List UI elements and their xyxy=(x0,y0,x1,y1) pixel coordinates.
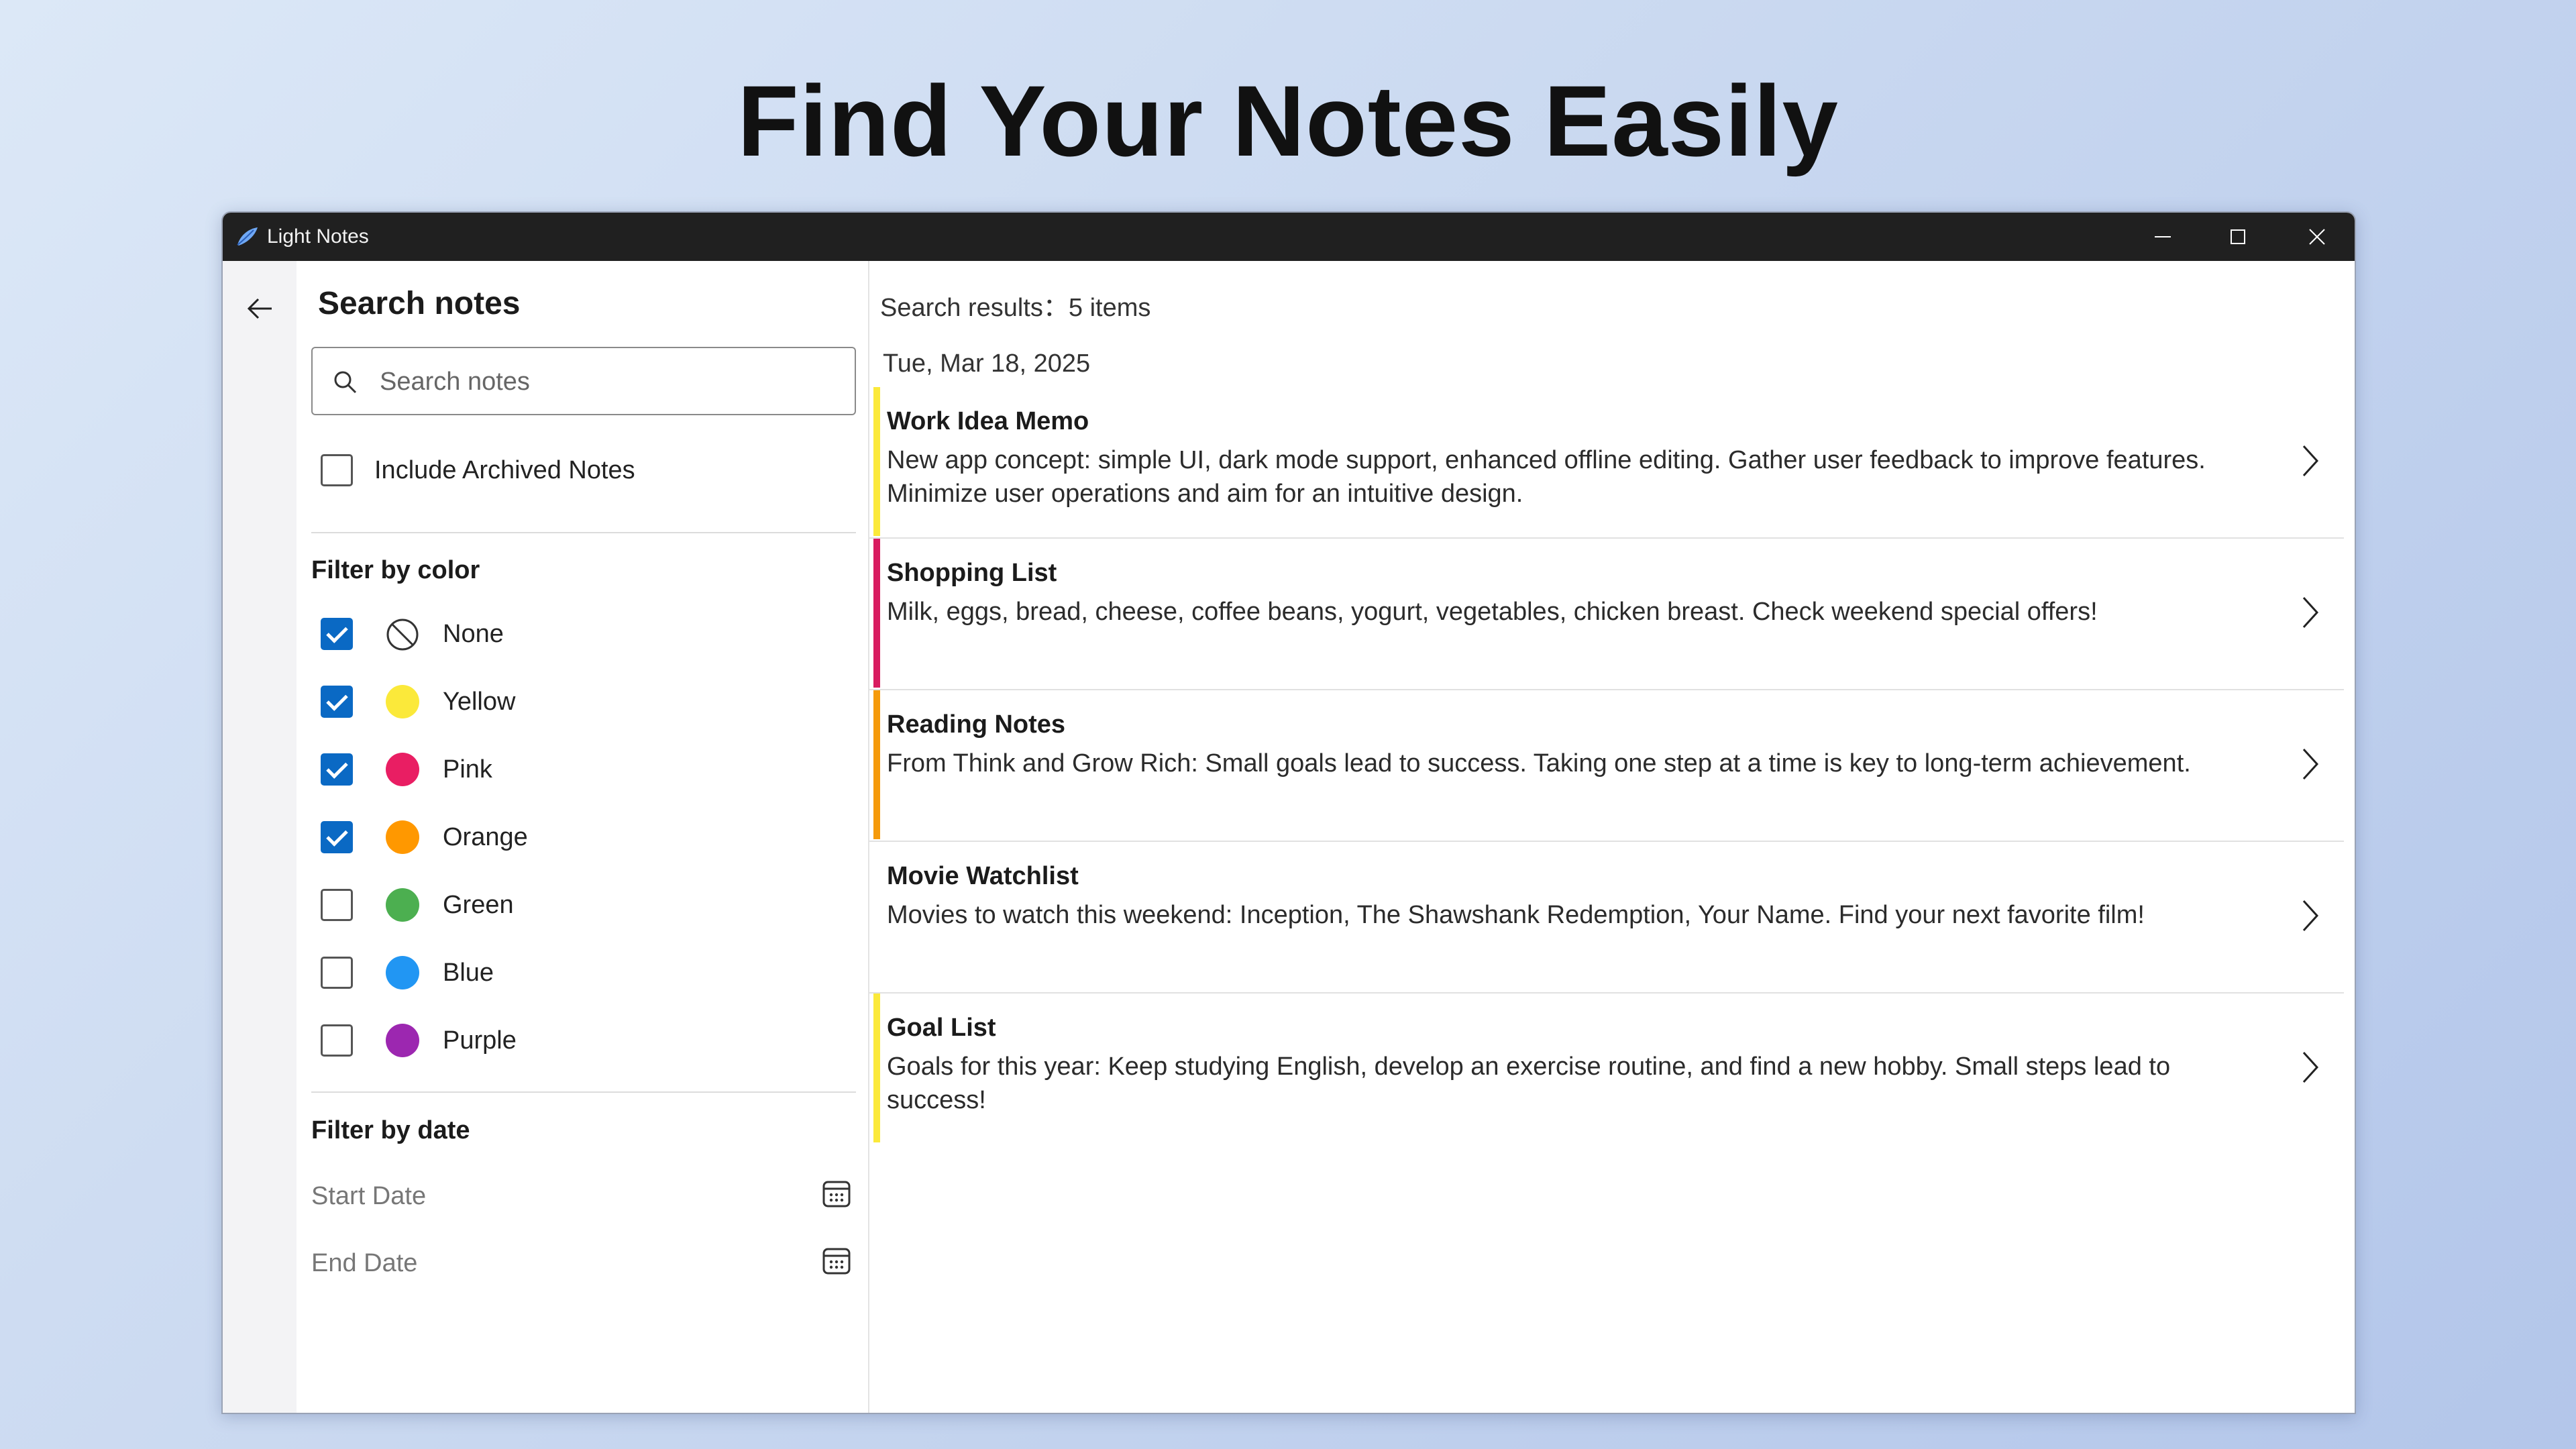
color-checkbox-none[interactable] xyxy=(321,618,353,650)
yellow-swatch xyxy=(386,685,419,718)
search-input[interactable] xyxy=(380,362,836,402)
color-checkbox-green[interactable] xyxy=(321,889,353,921)
title-bar: Light Notes xyxy=(223,213,2355,261)
divider xyxy=(311,532,856,533)
note-body: Movies to watch this weekend: Inception,… xyxy=(887,901,2145,929)
note-color-bar xyxy=(873,994,880,1142)
color-label-purple: Purple xyxy=(443,1026,517,1055)
results-panel: Search results：5 items Tue, Mar 18, 2025… xyxy=(869,261,2355,1413)
search-icon xyxy=(334,371,357,394)
note-color-bar xyxy=(873,387,880,536)
note-body: Milk, eggs, bread, cheese, coffee beans,… xyxy=(887,598,2098,626)
orange-swatch xyxy=(386,820,419,854)
panel-title: Search notes xyxy=(318,286,521,321)
green-swatch xyxy=(386,888,419,922)
close-button[interactable] xyxy=(2279,213,2355,261)
close-icon xyxy=(2309,229,2325,245)
color-label-blue: Blue xyxy=(443,959,494,987)
color-checkbox-yellow[interactable] xyxy=(321,686,353,718)
back-button[interactable] xyxy=(241,290,278,327)
note-item[interactable]: Reading Notes From Think and Grow Rich: … xyxy=(869,690,2344,842)
color-label-orange: Orange xyxy=(443,823,528,851)
window-title: Light Notes xyxy=(267,225,369,248)
chevron-right-icon xyxy=(2302,445,2319,477)
results-count: Search results：5 items xyxy=(880,294,1151,322)
chevron-right-icon xyxy=(2302,1051,2319,1083)
blue-swatch xyxy=(386,956,419,989)
divider xyxy=(311,1091,856,1093)
date-filter-title: Filter by date xyxy=(311,1116,470,1144)
end-date-calendar-icon[interactable] xyxy=(821,1245,852,1276)
search-box[interactable] xyxy=(311,347,856,415)
color-checkbox-orange[interactable] xyxy=(321,821,353,853)
start-date-calendar-icon[interactable] xyxy=(821,1178,852,1209)
note-item[interactable]: Goal List Goals for this year: Keep stud… xyxy=(869,994,2344,1145)
end-date-field[interactable]: End Date xyxy=(311,1249,417,1278)
pink-swatch xyxy=(386,753,419,786)
note-color-bar xyxy=(873,690,880,839)
note-title: Work Idea Memo xyxy=(887,407,1089,435)
maximize-icon xyxy=(2231,229,2245,244)
note-color-bar xyxy=(873,539,880,688)
back-arrow-icon xyxy=(247,298,272,319)
note-item[interactable]: Movie Watchlist Movies to watch this wee… xyxy=(869,842,2344,994)
color-checkbox-purple[interactable] xyxy=(321,1024,353,1057)
chevron-right-icon xyxy=(2302,900,2319,932)
note-body: New app concept: simple UI, dark mode su… xyxy=(887,446,2206,508)
note-title: Shopping List xyxy=(887,559,1057,587)
color-label-green: Green xyxy=(443,891,514,919)
note-title: Goal List xyxy=(887,1014,996,1042)
chevron-right-icon xyxy=(2302,596,2319,629)
date-group-header: Tue, Mar 18, 2025 xyxy=(883,350,1091,378)
note-title: Reading Notes xyxy=(887,710,1066,739)
maximize-button[interactable] xyxy=(2200,213,2275,261)
page-headline: Find Your Notes Easily xyxy=(737,64,1839,177)
chevron-right-icon xyxy=(2302,748,2319,780)
no-color-icon xyxy=(386,619,419,651)
color-label-none: None xyxy=(443,620,504,648)
minimize-button[interactable] xyxy=(2125,213,2200,261)
note-body: Goals for this year: Keep studying Engli… xyxy=(887,1053,2171,1114)
search-panel: Search notes Include Archived Notes Filt… xyxy=(297,261,869,1413)
navigation-rail xyxy=(223,261,297,1413)
color-label-yellow: Yellow xyxy=(443,688,516,716)
app-window: Light Notes Search notes Incl xyxy=(221,211,2356,1414)
purple-swatch xyxy=(386,1024,419,1057)
note-item[interactable]: Work Idea Memo New app concept: simple U… xyxy=(869,387,2344,539)
note-item[interactable]: Shopping List Milk, eggs, bread, cheese,… xyxy=(869,539,2344,690)
color-checkbox-pink[interactable] xyxy=(321,753,353,786)
color-checkbox-blue[interactable] xyxy=(321,957,353,989)
start-date-field[interactable]: Start Date xyxy=(311,1182,426,1211)
color-filter-title: Filter by color xyxy=(311,556,480,584)
color-label-pink: Pink xyxy=(443,755,492,784)
app-logo-icon xyxy=(237,227,258,246)
minimize-icon xyxy=(2155,236,2171,237)
note-body: From Think and Grow Rich: Small goals le… xyxy=(887,749,2191,777)
include-archived-checkbox[interactable] xyxy=(321,454,353,486)
include-archived-label: Include Archived Notes xyxy=(374,456,635,484)
note-title: Movie Watchlist xyxy=(887,862,1079,890)
